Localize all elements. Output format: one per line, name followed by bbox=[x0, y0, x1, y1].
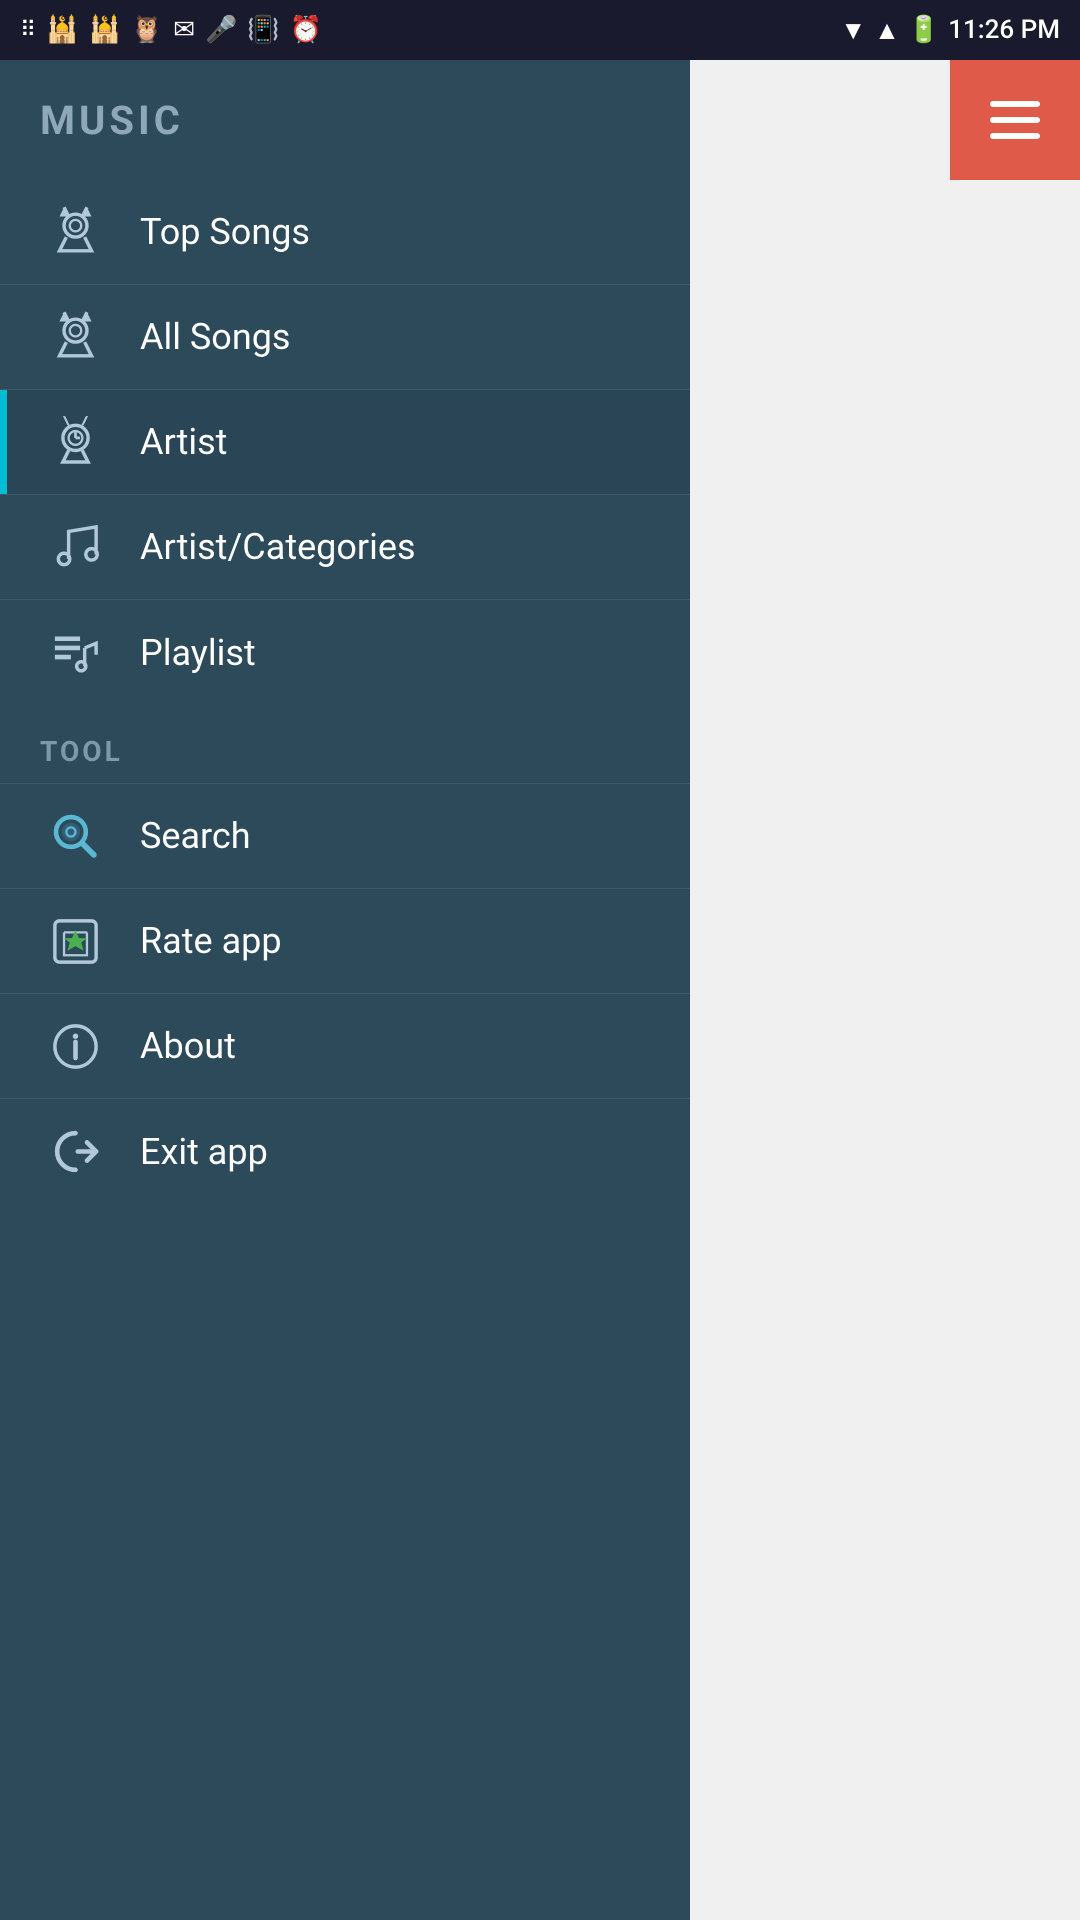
sidebar-item-all-songs[interactable]: All Songs bbox=[0, 285, 690, 390]
hamburger-line-1 bbox=[990, 101, 1040, 107]
wifi-icon: ▼ bbox=[840, 15, 866, 46]
app-icon-3: 🦉 bbox=[131, 15, 163, 45]
app-container: MUSIC Top Songs bbox=[0, 60, 1080, 1920]
sidebar-item-artist-categories[interactable]: Artist/Categories bbox=[0, 495, 690, 600]
sidebar-item-artist[interactable]: Artist bbox=[0, 390, 690, 495]
app-title: MUSIC bbox=[40, 97, 184, 144]
hamburger-button[interactable] bbox=[950, 60, 1080, 180]
medal-icon bbox=[40, 197, 110, 267]
sidebar-item-search[interactable]: Search bbox=[0, 784, 690, 889]
sidebar-item-top-songs[interactable]: Top Songs bbox=[0, 180, 690, 285]
about-icon bbox=[40, 1011, 110, 1081]
sidebar-item-label-exit-app: Exit app bbox=[140, 1131, 268, 1173]
music-menu-section: Top Songs All Songs bbox=[0, 180, 690, 1920]
right-panel bbox=[690, 60, 1080, 1920]
drawer: MUSIC Top Songs bbox=[0, 60, 690, 1920]
mic-icon: 🎤 bbox=[205, 15, 237, 45]
sidebar-item-label-rate-app: Rate app bbox=[140, 920, 282, 962]
music-note-icon bbox=[40, 512, 110, 582]
tool-section-header: TOOL bbox=[0, 705, 690, 784]
sidebar-item-label-artist: Artist bbox=[140, 421, 227, 463]
status-bar-right: ▼ ▲ 🔋 11:26 PM bbox=[840, 15, 1060, 46]
sidebar-item-label-search: Search bbox=[140, 815, 251, 857]
status-bar-left: ⠿ 🕌 🕌 🦉 ✉ 🎤 📳 ⏰ bbox=[20, 15, 322, 45]
sidebar-item-label-playlist: Playlist bbox=[140, 632, 256, 674]
hamburger-line-3 bbox=[990, 133, 1040, 139]
sidebar-item-exit-app[interactable]: Exit app bbox=[0, 1099, 690, 1204]
status-time: 11:26 PM bbox=[948, 15, 1060, 45]
app-icon-1: 🕌 bbox=[46, 15, 78, 45]
medal2-icon bbox=[40, 302, 110, 372]
sidebar-item-rate-app[interactable]: Rate app bbox=[0, 889, 690, 994]
overflow-icon: ⠿ bbox=[20, 18, 36, 43]
sidebar-item-label-artist-categories: Artist/Categories bbox=[140, 526, 416, 568]
signal-icon: ▲ bbox=[874, 15, 900, 46]
gmail-icon: ✉ bbox=[173, 15, 195, 45]
app-icon-2: 🕌 bbox=[89, 15, 121, 45]
playlist-icon bbox=[40, 618, 110, 688]
clock-medal-icon bbox=[40, 407, 110, 477]
drawer-header: MUSIC bbox=[0, 60, 690, 180]
sidebar-item-label-top-songs: Top Songs bbox=[140, 211, 310, 253]
vibrate-icon: 📳 bbox=[247, 15, 279, 45]
hamburger-line-2 bbox=[990, 117, 1040, 123]
rate-app-icon bbox=[40, 906, 110, 976]
hamburger-icon bbox=[990, 101, 1040, 139]
sidebar-item-about[interactable]: About bbox=[0, 994, 690, 1099]
exit-icon bbox=[40, 1117, 110, 1187]
status-bar: ⠿ 🕌 🕌 🦉 ✉ 🎤 📳 ⏰ ▼ ▲ 🔋 11:26 PM bbox=[0, 0, 1080, 60]
battery-icon: 🔋 bbox=[908, 15, 940, 45]
sidebar-item-playlist[interactable]: Playlist bbox=[0, 600, 690, 705]
search-icon bbox=[40, 801, 110, 871]
alarm-icon: ⏰ bbox=[290, 15, 322, 45]
sidebar-item-label-about: About bbox=[140, 1025, 236, 1067]
sidebar-item-label-all-songs: All Songs bbox=[140, 316, 291, 358]
